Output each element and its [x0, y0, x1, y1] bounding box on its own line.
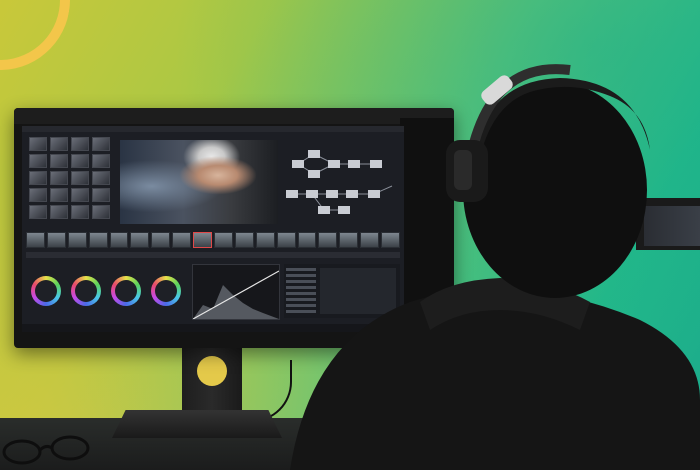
- media-pool-clip: [71, 154, 89, 168]
- media-pool-clip: [92, 205, 110, 219]
- timeline-clip: [109, 232, 129, 248]
- media-pool-clip: [29, 154, 47, 168]
- media-pool-clip: [29, 205, 47, 219]
- timeline-clip: [151, 232, 171, 248]
- media-pool-clip: [92, 171, 110, 185]
- media-pool-clip: [92, 154, 110, 168]
- media-pool-clip: [71, 205, 89, 219]
- timeline-clip: [130, 232, 150, 248]
- color-wheel-offset: [151, 276, 181, 306]
- media-pool-clip: [71, 137, 89, 151]
- color-wheels: [26, 266, 186, 316]
- timeline-clip: [46, 232, 66, 248]
- stand-cable-hole: [197, 356, 227, 386]
- media-pool-clip: [71, 171, 89, 185]
- timeline-clip: [214, 232, 233, 248]
- media-pool-clip: [50, 188, 68, 202]
- media-pool-clip: [29, 137, 47, 151]
- media-pool-clip: [92, 188, 110, 202]
- person-with-headphones: [290, 64, 700, 470]
- timeline-clip-selected: [193, 232, 213, 248]
- color-wheel-gain: [111, 276, 141, 306]
- photo-scene: [0, 0, 700, 470]
- media-pool-clip: [92, 137, 110, 151]
- timeline-clip: [172, 232, 192, 248]
- media-pool-clip: [50, 205, 68, 219]
- color-wheel-lift: [31, 276, 61, 306]
- media-pool-clip: [50, 154, 68, 168]
- media-pool: [26, 134, 116, 238]
- timeline-clip: [88, 232, 108, 248]
- media-pool-clip: [29, 171, 47, 185]
- timeline-clip: [67, 232, 87, 248]
- media-pool-clip: [50, 171, 68, 185]
- media-pool-clip: [50, 137, 68, 151]
- glasses-icon: [2, 435, 90, 465]
- media-pool-clip: [71, 188, 89, 202]
- color-wheel-gamma: [71, 276, 101, 306]
- media-pool-clip: [29, 188, 47, 202]
- timeline-clip: [26, 232, 45, 248]
